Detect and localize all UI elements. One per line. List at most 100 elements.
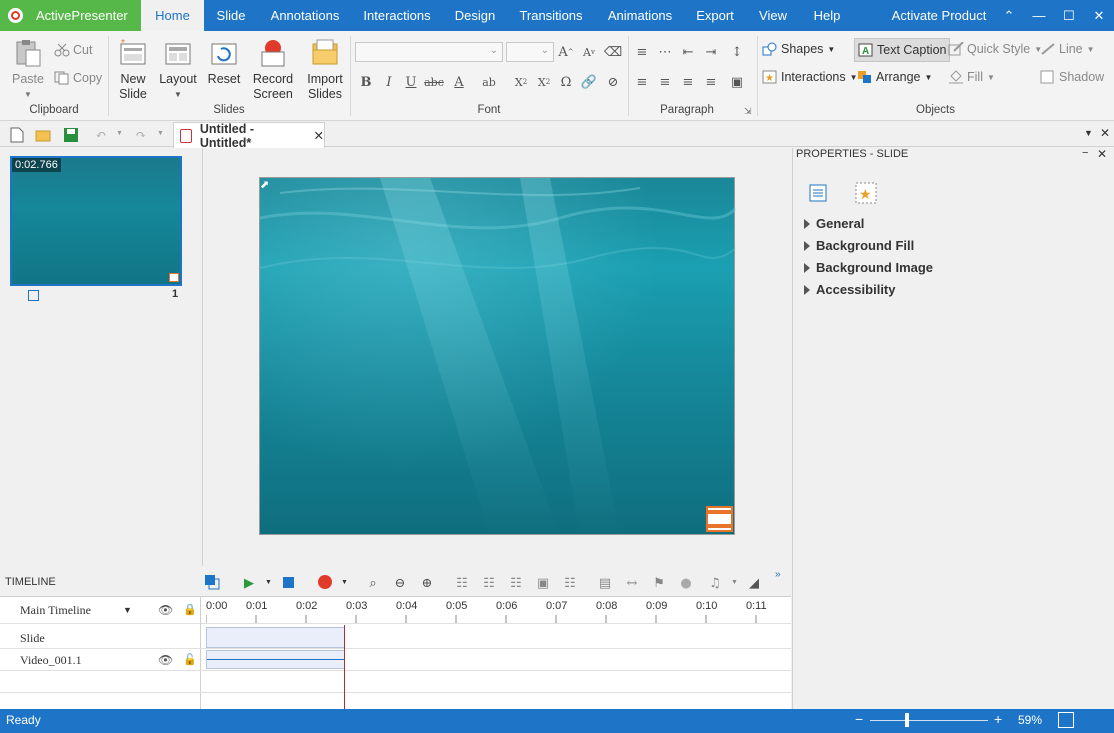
strikethrough-icon[interactable]: abc (424, 73, 444, 91)
hyperlink-icon[interactable]: 🔗 (580, 73, 598, 91)
maximize-icon[interactable]: ☐ (1054, 0, 1084, 31)
slide-duration-bar[interactable] (206, 627, 345, 648)
play-icon[interactable]: ▶ (244, 575, 254, 591)
interactivity-star-icon[interactable]: ★ (854, 182, 878, 204)
layout-button[interactable]: Layout ▼ (158, 38, 198, 102)
undo-icon[interactable]: ↶ (92, 126, 110, 144)
tab-help[interactable]: Help (806, 0, 848, 31)
close-document-icon[interactable]: ✕ (1100, 126, 1110, 140)
new-file-icon[interactable] (8, 126, 26, 144)
redo-dropdown-icon[interactable]: ▼ (157, 130, 164, 137)
font-family-select[interactable]: ⌄ (355, 42, 503, 62)
bullet-list-icon[interactable]: ⋯ (656, 43, 674, 61)
paste-button[interactable]: Paste ▼ (10, 38, 46, 102)
fit-window-icon[interactable] (1058, 712, 1074, 728)
crop-icon[interactable]: ▣ (534, 574, 552, 592)
vertical-align-icon[interactable]: ▣ (728, 73, 746, 91)
superscript-icon[interactable]: X2 (535, 73, 553, 91)
unlock-icon[interactable]: 🔓 (183, 653, 197, 666)
section-background-image[interactable]: Background Image (804, 260, 933, 275)
fill-button[interactable]: Fill ▼ (948, 68, 995, 86)
line-spacing-icon[interactable]: ↕ (728, 43, 746, 61)
section-background-fill[interactable]: Background Fill (804, 238, 914, 253)
underline-icon[interactable]: U (402, 73, 420, 91)
tab-home[interactable]: Home (141, 0, 204, 31)
align-center-icon[interactable]: ≡ (656, 73, 674, 91)
cut-button[interactable]: Cut (54, 41, 92, 59)
zoom-fit-icon[interactable]: ⌕ (364, 574, 382, 592)
volume-icon[interactable]: ♫ (706, 574, 724, 592)
tab-annotations[interactable]: Annotations (262, 0, 348, 31)
interactions-button[interactable]: ★ Interactions ▼ (762, 68, 858, 86)
symbol-icon[interactable]: Ω (557, 73, 575, 91)
save-icon[interactable] (62, 126, 80, 144)
justify-icon[interactable]: ≡ (702, 73, 720, 91)
line-button[interactable]: Line ▼ (1040, 40, 1095, 58)
section-general[interactable]: General (804, 216, 864, 231)
video-object-icon[interactable] (706, 506, 733, 532)
speed-icon[interactable]: ⚑ (650, 574, 668, 592)
decrease-font-icon[interactable]: Av (580, 43, 598, 61)
stretch-icon[interactable]: ↔ (623, 574, 641, 592)
close-tab-icon[interactable]: ✕ (314, 128, 324, 143)
freeze-icon[interactable]: ☷ (561, 574, 579, 592)
reset-button[interactable]: Reset (205, 38, 243, 87)
shadow-button[interactable]: Shadow (1040, 68, 1104, 86)
increase-indent-icon[interactable]: ⇥ (702, 43, 720, 61)
blur-icon[interactable]: ● (677, 574, 695, 592)
timeline-dropdown-icon[interactable]: ▼ (123, 605, 132, 615)
tab-animations[interactable]: Animations (600, 0, 680, 31)
open-folder-icon[interactable] (34, 126, 52, 144)
font-size-select[interactable]: ⌄ (506, 42, 554, 62)
text-caption-button[interactable]: A Text Caption (854, 38, 951, 62)
zoom-in-icon[interactable]: ⊕ (418, 574, 436, 592)
subscript-icon[interactable]: X2 (512, 73, 530, 91)
visibility-icon[interactable]: 👁 (158, 653, 173, 667)
zoom-slider-track[interactable] (870, 720, 988, 721)
tab-slide[interactable]: Slide (206, 0, 256, 31)
tab-export[interactable]: Export (688, 0, 742, 31)
numbered-list-icon[interactable]: ≡ (633, 43, 651, 61)
join-icon[interactable]: ☷ (480, 574, 498, 592)
pin-panel-icon[interactable]: − (1082, 147, 1088, 159)
zoom-in-status-icon[interactable]: + (994, 711, 1002, 727)
play-dropdown-icon[interactable]: ▼ (265, 579, 272, 586)
font-color-icon[interactable]: A (450, 73, 468, 91)
playhead-line[interactable] (344, 625, 345, 709)
tab-view[interactable]: View (752, 0, 794, 31)
stop-icon[interactable] (283, 577, 294, 588)
slide-canvas[interactable] (259, 177, 736, 536)
highlight-icon[interactable]: ab (480, 73, 498, 91)
section-accessibility[interactable]: Accessibility (804, 282, 896, 297)
import-slides-button[interactable]: Import Slides (302, 38, 348, 102)
fit-icon[interactable]: ▤ (596, 574, 614, 592)
collapse-ribbon-icon[interactable]: ⌃ (994, 0, 1024, 31)
tab-interactions[interactable]: Interactions (356, 0, 438, 31)
zoom-slider-thumb[interactable] (905, 713, 909, 727)
close-window-icon[interactable]: ✕ (1084, 0, 1114, 31)
select-all-icon[interactable] (204, 574, 220, 590)
paragraph-dialog-launcher-icon[interactable]: ⇲ (744, 106, 752, 117)
align-right-icon[interactable]: ≡ (679, 73, 697, 91)
app-menu-button[interactable]: ActivePresenter (0, 0, 141, 31)
decrease-indent-icon[interactable]: ⇤ (679, 43, 697, 61)
main-timeline-label[interactable]: Main Timeline (20, 603, 91, 618)
record-dropdown-icon[interactable]: ▼ (341, 579, 348, 586)
arrange-button[interactable]: Arrange ▼ (857, 68, 932, 86)
fade-icon[interactable]: ◢ (745, 574, 763, 592)
clear-format-icon[interactable]: ⌫ (604, 43, 622, 61)
visibility-all-icon[interactable]: 👁 (158, 603, 173, 617)
new-slide-button[interactable]: * New Slide (113, 38, 153, 102)
record-timeline-icon[interactable] (318, 575, 332, 589)
video-clip-bar[interactable] (206, 650, 345, 669)
lock-all-icon[interactable]: 🔒 (183, 603, 197, 616)
zoom-out-status-icon[interactable]: − (855, 711, 863, 727)
align-left-icon[interactable]: ≡ (633, 73, 651, 91)
expand-toolbar-icon[interactable]: » (775, 569, 781, 580)
copy-button[interactable]: Copy (54, 69, 102, 87)
undo-dropdown-icon[interactable]: ▼ (116, 130, 123, 137)
zoom-out-icon[interactable]: ⊖ (391, 574, 409, 592)
quick-style-button[interactable]: Quick Style ▼ (948, 40, 1042, 58)
properties-list-icon[interactable] (806, 182, 830, 204)
shapes-button[interactable]: Shapes ▼ (762, 40, 835, 58)
